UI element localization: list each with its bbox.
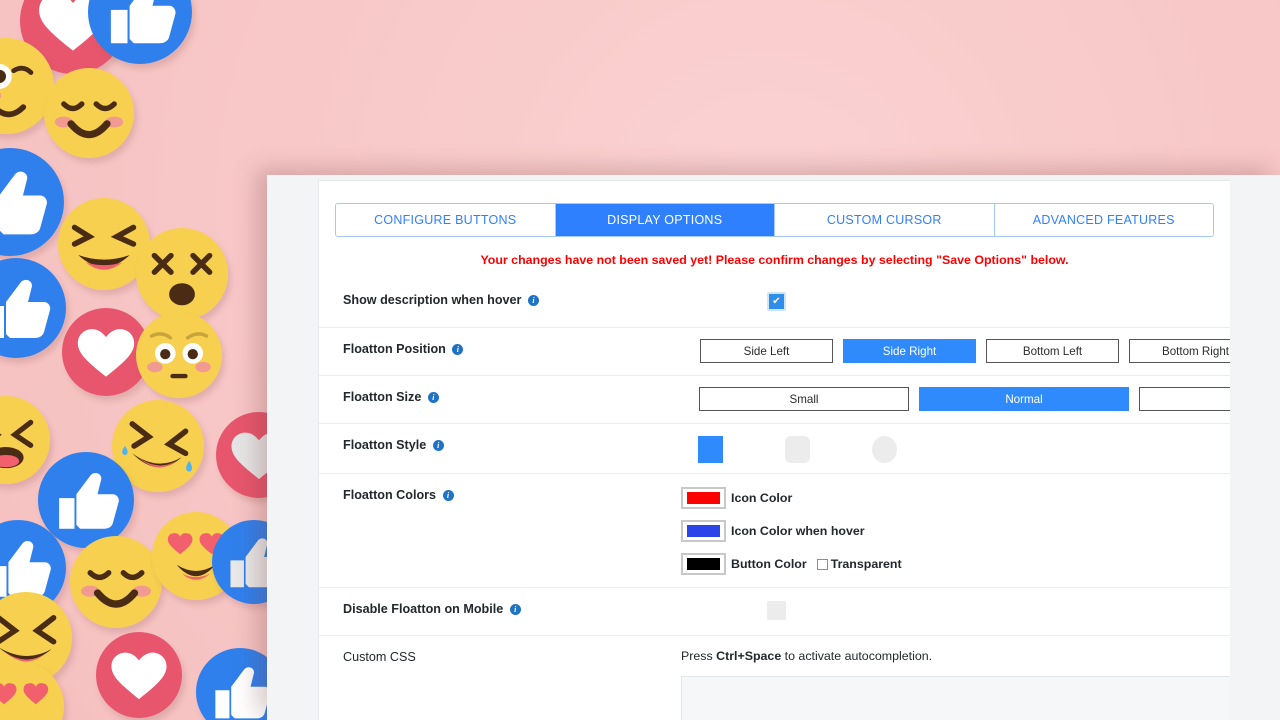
heart-reaction-icon <box>96 632 182 718</box>
position-option-bottom-left[interactable]: Bottom Left <box>986 339 1119 363</box>
button-color-fill <box>687 558 720 570</box>
checkmark-icon: ✔ <box>772 296 781 307</box>
row-disable-mobile: Disable Floatton on Mobile i <box>319 587 1230 635</box>
row-label-floatton-colors: Floatton Colors i <box>319 474 545 516</box>
button-color-swatch[interactable] <box>681 553 726 575</box>
label-text-floatton-style: Floatton Style <box>343 438 427 452</box>
label-text-floatton-position: Floatton Position <box>343 342 446 356</box>
position-segmented-control: Side Left Side Right Bottom Left Bottom … <box>700 339 1230 363</box>
row-show-description: Show description when hover i ✔ <box>319 279 1230 327</box>
transparent-toggle[interactable]: Transparent <box>816 557 902 571</box>
icon-color-fill <box>687 492 720 504</box>
hint-suffix: to activate autocompletion. <box>781 649 933 663</box>
row-floatton-size: Floatton Size i Small Normal Big <box>319 375 1230 423</box>
row-label-disable-mobile: Disable Floatton on Mobile i <box>319 588 545 630</box>
size-segmented-control: Small Normal Big <box>699 387 1230 411</box>
options-list: Show description when hover i ✔ Floatton… <box>319 279 1230 720</box>
position-option-bottom-right[interactable]: Bottom Right <box>1129 339 1230 363</box>
row-field-floatton-colors: Icon Color Icon Color when hover Button … <box>545 474 1230 587</box>
info-icon[interactable]: i <box>527 295 539 306</box>
thumbs-up-reaction-icon <box>0 258 66 358</box>
label-text-show-description: Show description when hover <box>343 293 522 307</box>
row-field-show-description: ✔ <box>545 279 1230 321</box>
size-option-normal[interactable]: Normal <box>919 387 1129 411</box>
label-text-floatton-size: Floatton Size <box>343 390 422 404</box>
disable-mobile-checkbox[interactable] <box>767 601 786 620</box>
label-text-floatton-colors: Floatton Colors <box>343 488 437 502</box>
row-field-custom-css: Press Ctrl+Space to activate autocomplet… <box>545 636 1230 720</box>
style-option-square-icon[interactable] <box>698 436 723 463</box>
info-icon[interactable]: i <box>452 344 464 355</box>
transparent-label: Transparent <box>830 557 902 571</box>
row-field-floatton-style <box>545 424 1230 473</box>
sad-worried-emoji <box>136 312 222 398</box>
row-floatton-position: Floatton Position i Side Left Side Right… <box>319 327 1230 375</box>
settings-tabbar: CONFIGURE BUTTONS DISPLAY OPTIONS CUSTOM… <box>335 203 1214 237</box>
row-floatton-style: Floatton Style i <box>319 423 1230 473</box>
row-custom-css: Custom CSS Press Ctrl+Space to activate … <box>319 635 1230 720</box>
row-floatton-colors: Floatton Colors i Icon Color Icon Color … <box>319 473 1230 587</box>
icon-color-label: Icon Color <box>731 491 793 505</box>
size-option-small[interactable]: Small <box>699 387 909 411</box>
tab-display-options[interactable]: DISPLAY OPTIONS <box>555 204 775 236</box>
smile-blush-emoji <box>70 536 162 628</box>
icon-color-swatch[interactable] <box>681 487 726 509</box>
row-label-floatton-size: Floatton Size i <box>319 376 545 418</box>
tab-advanced-features[interactable]: ADVANCED FEATURES <box>994 204 1213 236</box>
transparent-checkbox[interactable] <box>816 558 828 570</box>
custom-css-editor[interactable] <box>681 676 1230 720</box>
label-text-custom-css: Custom CSS <box>343 650 416 664</box>
label-text-disable-mobile: Disable Floatton on Mobile <box>343 602 504 616</box>
show-description-checkbox[interactable]: ✔ <box>767 292 786 311</box>
info-icon[interactable]: i <box>432 440 444 451</box>
info-icon[interactable]: i <box>509 604 521 615</box>
tab-configure-buttons[interactable]: CONFIGURE BUTTONS <box>336 204 556 236</box>
thumbs-up-reaction-icon <box>0 148 64 256</box>
info-icon[interactable]: i <box>442 490 454 501</box>
icon-hover-color-swatch[interactable] <box>681 520 726 542</box>
settings-panel: CONFIGURE BUTTONS DISPLAY OPTIONS CUSTOM… <box>267 175 1280 720</box>
position-option-side-right[interactable]: Side Right <box>843 339 976 363</box>
unsaved-changes-notice: Your changes have not been saved yet! Pl… <box>480 253 1069 267</box>
smile-blush-emoji <box>44 68 134 158</box>
row-field-floatton-size: Small Normal Big <box>545 376 1230 421</box>
thumbs-up-reaction-icon <box>88 0 192 64</box>
row-label-floatton-style: Floatton Style i <box>319 424 545 466</box>
style-shape-picker <box>698 436 1230 463</box>
size-option-big[interactable]: Big <box>1139 387 1230 411</box>
hint-shortcut: Ctrl+Space <box>716 649 782 663</box>
settings-card: CONFIGURE BUTTONS DISPLAY OPTIONS CUSTOM… <box>318 180 1230 720</box>
style-option-rounded-square-icon[interactable] <box>785 436 810 463</box>
row-field-disable-mobile <box>545 588 1230 635</box>
position-option-side-left[interactable]: Side Left <box>700 339 833 363</box>
color-line-icon-hover-color: Icon Color when hover <box>681 520 1230 542</box>
color-line-button-color: Button Color Transparent <box>681 553 1230 575</box>
custom-css-hint: Press Ctrl+Space to activate autocomplet… <box>681 649 1230 663</box>
row-label-show-description: Show description when hover i <box>319 279 545 321</box>
info-icon[interactable]: i <box>427 392 439 403</box>
dizzy-face-emoji <box>136 228 228 320</box>
row-field-floatton-position: Side Left Side Right Bottom Left Bottom … <box>545 328 1230 373</box>
button-color-label: Button Color <box>731 557 807 571</box>
tab-custom-cursor[interactable]: CUSTOM CURSOR <box>775 204 995 236</box>
style-option-circle-icon[interactable] <box>872 436 897 463</box>
row-label-floatton-position: Floatton Position i <box>319 328 545 370</box>
icon-hover-color-label: Icon Color when hover <box>731 524 865 538</box>
icon-hover-color-fill <box>687 525 720 537</box>
heart-eyes-emoji <box>0 662 64 720</box>
row-label-custom-css: Custom CSS <box>319 636 545 678</box>
color-line-icon-color: Icon Color <box>681 487 1230 509</box>
hint-prefix: Press <box>681 649 717 663</box>
